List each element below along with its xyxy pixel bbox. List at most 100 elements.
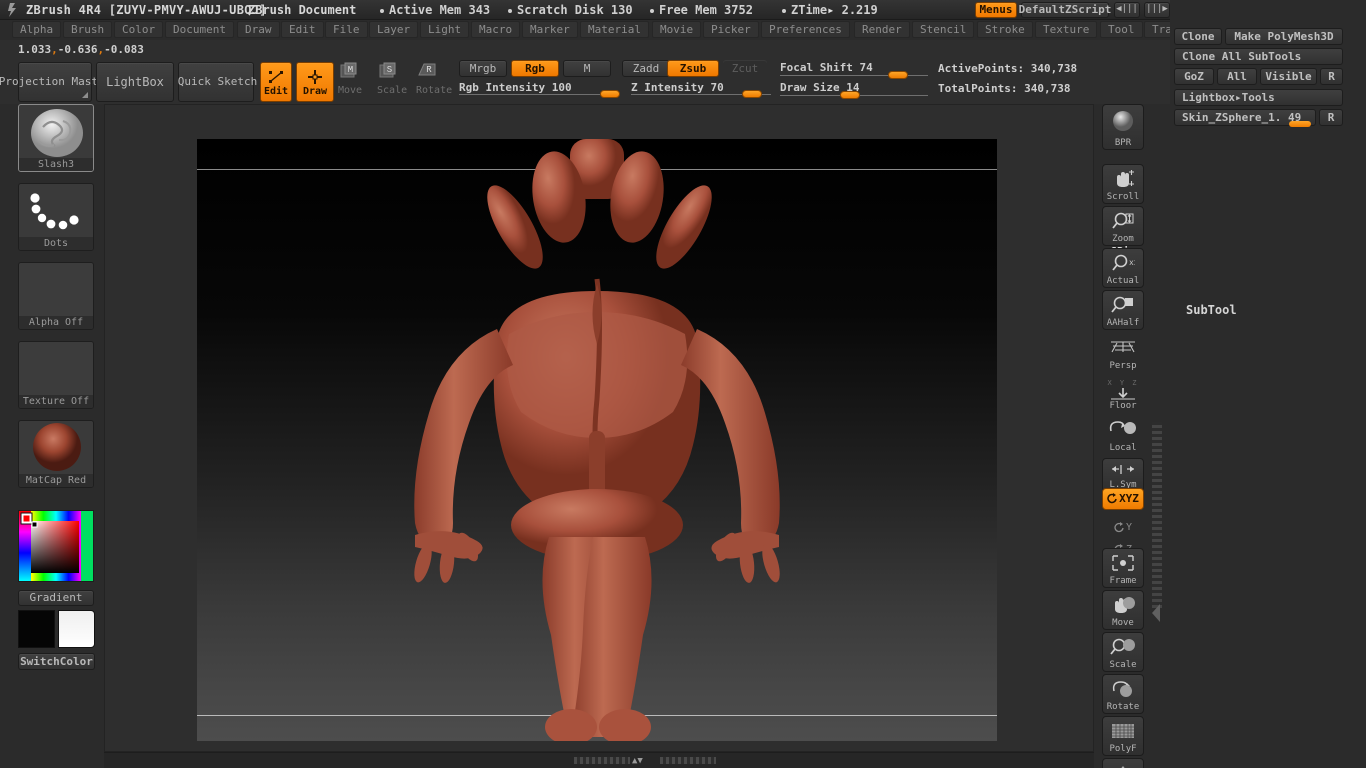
move-mode-button[interactable]: M Move xyxy=(338,62,374,102)
menu-stroke[interactable]: Stroke xyxy=(977,21,1033,38)
xyz-symmetry-button[interactable]: XYZ xyxy=(1102,488,1144,510)
goz-all-button[interactable]: All xyxy=(1217,68,1257,85)
zoom-button[interactable]: Zoom xyxy=(1102,206,1144,246)
floor-button[interactable]: X Y Z Floor xyxy=(1102,372,1144,412)
menu-preferences[interactable]: Preferences xyxy=(761,21,850,38)
subtool-header[interactable]: SubTool xyxy=(1186,303,1237,317)
menu-movie[interactable]: Movie xyxy=(652,21,702,38)
menu-brush[interactable]: Brush xyxy=(63,21,113,38)
floor-axes-label[interactable]: X Y Z xyxy=(1107,379,1138,387)
color-picker[interactable] xyxy=(18,510,94,582)
menu-macro[interactable]: Macro xyxy=(471,21,521,38)
viewport-3d[interactable] xyxy=(197,139,997,741)
rgb-button[interactable]: Rgb xyxy=(511,60,559,77)
goz-r-button[interactable]: R xyxy=(1320,68,1343,85)
tool-action-row-1: Clone Make PolyMesh3D xyxy=(1174,28,1343,45)
menu-color[interactable]: Color xyxy=(114,21,164,38)
m-button[interactable]: M xyxy=(563,60,611,77)
alpha-label: Alpha Off xyxy=(19,316,93,329)
menu-stencil[interactable]: Stencil xyxy=(912,21,975,38)
draw-size-knob[interactable] xyxy=(840,91,860,99)
current-tool-knob[interactable] xyxy=(1289,121,1311,127)
app-title: ZBrush 4R4 [ZUYV-PMVY-AWUJ-UBQJ] xyxy=(26,3,267,17)
rail-collapse-arrow-icon[interactable] xyxy=(1152,604,1160,622)
zscript-button[interactable]: DefaultZScript xyxy=(1019,2,1111,18)
rail-scrollbar[interactable] xyxy=(1152,422,1162,608)
zbrush-window: ZBrush 4R4 [ZUYV-PMVY-AWUJ-UBQJ] ZBrush … xyxy=(0,0,1366,768)
bpr-button[interactable]: BPR xyxy=(1102,104,1144,150)
goz-visible-button[interactable]: Visible xyxy=(1260,68,1317,85)
projection-master-button[interactable]: Projection Master xyxy=(0,62,111,102)
menu-document[interactable]: Document xyxy=(165,21,234,38)
texture-thumbnail[interactable]: Texture Off xyxy=(18,341,94,409)
z-intensity-knob[interactable] xyxy=(742,90,762,98)
rgb-intensity-label: Rgb Intensity 100 xyxy=(459,81,572,94)
aahalf-button[interactable]: AAHalf xyxy=(1102,290,1144,330)
menus-button[interactable]: Menus xyxy=(975,2,1017,18)
tool-action-row-3: GoZ All Visible R xyxy=(1174,68,1343,85)
current-tool-slider[interactable]: Skin_ZSphere_1. 49 xyxy=(1174,109,1316,127)
menu-material[interactable]: Material xyxy=(580,21,649,38)
zsub-button[interactable]: Zsub xyxy=(667,60,719,77)
menu-layer[interactable]: Layer xyxy=(369,21,419,38)
lsym-button[interactable]: L.Sym xyxy=(1102,458,1144,492)
local-button[interactable]: Local xyxy=(1102,414,1144,454)
secondary-color-swatch[interactable] xyxy=(58,610,95,648)
focal-shift-knob[interactable] xyxy=(888,71,908,79)
clone-all-subtools-button[interactable]: Clone All SubTools xyxy=(1174,48,1343,65)
scroll-button[interactable]: Scroll xyxy=(1102,164,1144,204)
y-symmetry-button[interactable]: Y xyxy=(1102,512,1144,534)
lightbox-button[interactable]: LightBox xyxy=(96,62,174,102)
goz-button[interactable]: GoZ xyxy=(1174,68,1214,85)
scrollbar-track-left[interactable] xyxy=(574,757,630,764)
actual-size-button[interactable]: x1 Actual xyxy=(1102,248,1144,288)
menu-render[interactable]: Render xyxy=(854,21,910,38)
zscript-prev-button[interactable]: ◀||| xyxy=(1114,2,1140,18)
persp-button[interactable]: Persp xyxy=(1102,332,1144,372)
clone-button[interactable]: Clone xyxy=(1174,28,1222,45)
sculpt-model[interactable] xyxy=(197,139,997,741)
gradient-button[interactable]: Gradient xyxy=(18,590,94,606)
primary-color-swatch[interactable] xyxy=(18,610,55,648)
quick-sketch-button[interactable]: Quick Sketch xyxy=(178,62,257,102)
nav-scale-button[interactable]: Scale xyxy=(1102,632,1144,672)
transp-button[interactable]: Transp xyxy=(1102,758,1144,768)
canvas-scrollbar[interactable]: ▲▼ xyxy=(104,752,1094,768)
title-bar: ZBrush 4R4 [ZUYV-PMVY-AWUJ-UBQJ] ZBrush … xyxy=(0,0,1366,20)
lightbox-tools-button[interactable]: Lightbox▸Tools xyxy=(1174,89,1343,106)
menu-file[interactable]: File xyxy=(325,21,368,38)
alpha-thumbnail[interactable]: Alpha Off xyxy=(18,262,94,330)
brush-thumbnail[interactable]: Slash3 xyxy=(18,104,94,172)
nav-rotate-button[interactable]: Rotate xyxy=(1102,674,1144,714)
polyframe-button[interactable]: PolyF xyxy=(1102,716,1144,756)
rgb-intensity-track[interactable] xyxy=(459,94,619,95)
make-polymesh3d-button[interactable]: Make PolyMesh3D xyxy=(1225,28,1343,45)
mrgb-button[interactable]: Mrgb xyxy=(459,60,507,77)
zcut-button[interactable]: Zcut xyxy=(723,60,767,77)
zscript-next-button[interactable]: |||▶ xyxy=(1144,2,1170,18)
edit-mode-button[interactable]: Edit xyxy=(260,62,292,102)
menu-texture[interactable]: Texture xyxy=(1035,21,1098,38)
stroke-thumbnail[interactable]: Dots xyxy=(18,183,94,251)
zadd-button[interactable]: Zadd xyxy=(622,60,670,77)
material-thumbnail[interactable]: MatCap Red Wa xyxy=(18,420,94,488)
nav-move-button[interactable]: Move xyxy=(1102,590,1144,630)
menu-draw[interactable]: Draw xyxy=(237,21,280,38)
scale-mode-button[interactable]: S Scale xyxy=(377,62,413,102)
rotate-icon: R xyxy=(418,63,436,76)
draw-mode-button[interactable]: Draw xyxy=(296,62,334,102)
menu-marker[interactable]: Marker xyxy=(522,21,578,38)
rgb-intensity-knob[interactable] xyxy=(600,90,620,98)
menu-alpha[interactable]: Alpha xyxy=(12,21,62,38)
switch-color-button[interactable]: SwitchColor xyxy=(18,653,95,670)
menu-tool[interactable]: Tool xyxy=(1100,21,1143,38)
canvas-area[interactable] xyxy=(104,104,1094,752)
scroll-up-down-icon[interactable]: ▲▼ xyxy=(632,756,643,766)
menu-light[interactable]: Light xyxy=(420,21,470,38)
rotate-mode-button[interactable]: R Rotate xyxy=(416,62,452,102)
menu-edit[interactable]: Edit xyxy=(281,21,324,38)
current-tool-r-button[interactable]: R xyxy=(1319,109,1343,126)
menu-picker[interactable]: Picker xyxy=(703,21,759,38)
frame-button[interactable]: Frame xyxy=(1102,548,1144,588)
scrollbar-track-right[interactable] xyxy=(660,757,716,764)
